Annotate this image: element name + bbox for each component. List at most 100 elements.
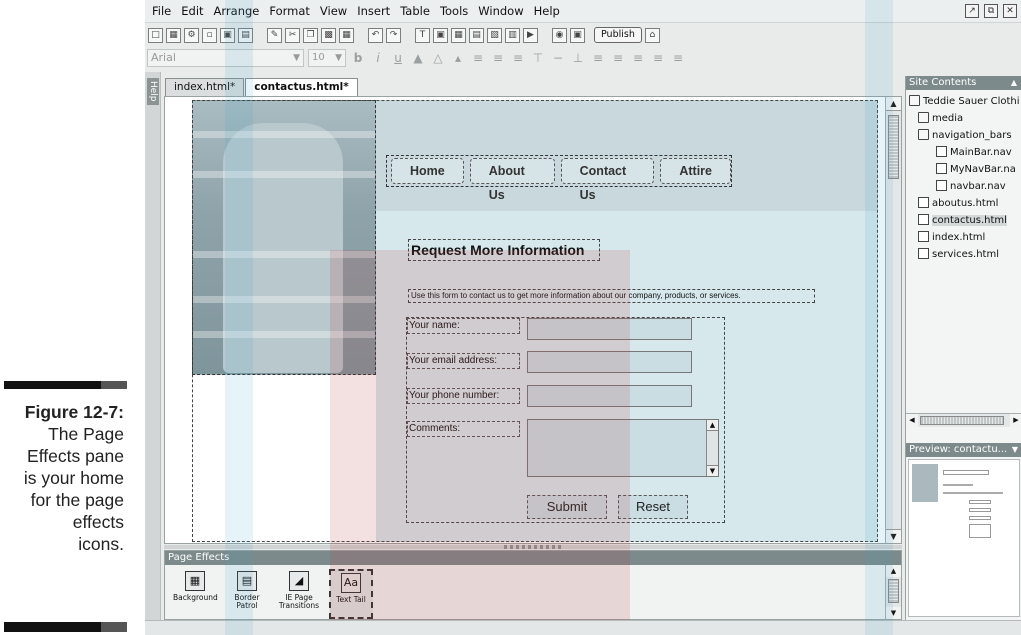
properties-icon[interactable]: ✎: [267, 27, 282, 43]
menu-tools[interactable]: Tools: [435, 4, 473, 18]
undo-icon[interactable]: ↶: [368, 27, 383, 43]
tab-index-html[interactable]: index.html*: [165, 78, 245, 96]
preview-icon[interactable]: ▣: [570, 27, 585, 43]
indent-icon[interactable]: ≡: [650, 51, 666, 65]
preview-heading-line: [943, 484, 973, 486]
tree-item[interactable]: MyNavBar.na: [906, 161, 1021, 178]
tab-contactus-html[interactable]: contactus.html*: [245, 78, 358, 96]
save-icon[interactable]: ▣: [220, 27, 235, 43]
restore-icon[interactable]: ⧉: [984, 4, 998, 18]
tree-item[interactable]: media: [906, 110, 1021, 127]
border-patrol-effect[interactable]: ▤ Border Patrol: [225, 569, 269, 619]
tree-item[interactable]: MainBar.nav: [906, 144, 1021, 161]
tree-item[interactable]: navbar.nav: [906, 178, 1021, 195]
align-center-icon[interactable]: ≡: [490, 51, 506, 65]
layout-icon[interactable]: ▥: [505, 27, 520, 43]
publish-button[interactable]: Publish: [594, 27, 642, 43]
text-color-icon[interactable]: ▲: [410, 51, 426, 65]
page-effects-scrollbar[interactable]: ▲ ▼: [885, 565, 901, 619]
chevron-down-icon: ▼: [293, 53, 300, 63]
font-family-select[interactable]: Arial ▼: [147, 49, 304, 67]
tree-item[interactable]: Teddie Sauer Clothi: [906, 93, 1021, 110]
scroll-thumb[interactable]: [920, 416, 1004, 425]
menu-table[interactable]: Table: [395, 4, 435, 18]
close-icon[interactable]: ✕: [1003, 4, 1017, 18]
list-more-icon[interactable]: ≡: [670, 51, 686, 65]
valign-bottom-icon[interactable]: ⊥: [570, 51, 586, 65]
menu-window[interactable]: Window: [473, 4, 528, 18]
tree-item[interactable]: navigation_bars: [906, 127, 1021, 144]
scroll-up-icon[interactable]: ▲: [886, 565, 901, 577]
new-site-icon[interactable]: ▦: [166, 27, 181, 43]
form-field-icon[interactable]: ▧: [487, 27, 502, 43]
document-editor[interactable]: Home About Us Contact Us Attire Request …: [164, 96, 902, 544]
scroll-down-icon[interactable]: ▼: [886, 529, 901, 543]
table-icon[interactable]: ▦: [451, 27, 466, 43]
page-canvas[interactable]: Home About Us Contact Us Attire Request …: [192, 100, 878, 542]
new-page-icon[interactable]: □: [148, 27, 163, 43]
menu-file[interactable]: File: [147, 4, 176, 18]
redo-icon[interactable]: ↷: [386, 27, 401, 43]
font-size-select[interactable]: 10 ▼: [308, 49, 346, 67]
background-effect[interactable]: ▦ Background: [173, 569, 218, 619]
valign-top-icon[interactable]: ⊤: [530, 51, 546, 65]
open-site-icon[interactable]: ⚙: [184, 27, 199, 43]
menu-edit[interactable]: Edit: [176, 4, 208, 18]
help-strip[interactable]: Help: [145, 72, 161, 620]
align-left-icon[interactable]: ≡: [470, 51, 486, 65]
scroll-up-icon[interactable]: ▲: [886, 97, 901, 111]
menu-bar: File Edit Arrange Format View Insert Tab…: [145, 0, 1021, 23]
paste-icon[interactable]: ▩: [321, 27, 336, 43]
align-right-icon[interactable]: ≡: [510, 51, 526, 65]
highlight-icon[interactable]: △: [430, 51, 446, 65]
menu-insert[interactable]: Insert: [352, 4, 395, 18]
form-icon[interactable]: ▤: [469, 27, 484, 43]
page-file-icon: [918, 197, 929, 208]
home-icon[interactable]: ⌂: [644, 27, 660, 43]
chevron-down-icon[interactable]: ▼: [1012, 443, 1018, 457]
copy-icon[interactable]: ❐: [303, 27, 318, 43]
scroll-down-icon[interactable]: ▼: [886, 607, 901, 619]
caption-text: Figure 12-7: The Page Effects pane is yo…: [0, 401, 124, 555]
minimize-icon[interactable]: ↗: [965, 4, 979, 18]
pane-divider[interactable]: [164, 545, 902, 549]
style-icon[interactable]: ▴: [450, 51, 466, 65]
scroll-right-icon[interactable]: ▶: [1010, 414, 1021, 427]
tree-item[interactable]: aboutus.html: [906, 195, 1021, 212]
menu-view[interactable]: View: [315, 4, 352, 18]
scroll-left-icon[interactable]: ◀: [906, 414, 918, 427]
bold-icon[interactable]: b: [350, 51, 366, 65]
outdent-icon[interactable]: ≡: [630, 51, 646, 65]
image-icon[interactable]: ▣: [433, 27, 448, 43]
tree-item[interactable]: contactus.html: [906, 212, 1021, 229]
tree-horizontal-scrollbar[interactable]: ◀ ▶: [906, 413, 1021, 427]
page-preview-thumbnail[interactable]: [908, 459, 1020, 617]
numbered-list-icon[interactable]: ≡: [610, 51, 626, 65]
text-box-icon[interactable]: T: [415, 27, 430, 43]
bullet-list-icon[interactable]: ≡: [590, 51, 606, 65]
menu-format[interactable]: Format: [264, 4, 315, 18]
open-file-icon[interactable]: ▫: [202, 27, 217, 43]
scroll-thumb[interactable]: [888, 115, 899, 179]
text-tail-effect[interactable]: Aa Text Tail: [329, 569, 373, 619]
tree-item[interactable]: services.html: [906, 246, 1021, 263]
underline-icon[interactable]: u: [390, 51, 406, 65]
tree-item-label: navbar.nav: [950, 181, 1006, 192]
collapse-up-icon[interactable]: ▲: [1011, 76, 1017, 90]
caption-rule-top: [4, 381, 127, 389]
italic-icon[interactable]: i: [370, 51, 386, 65]
menu-arrange[interactable]: Arrange: [209, 4, 265, 18]
browser-preview-icon[interactable]: ◉: [552, 27, 567, 43]
media-icon[interactable]: ▶: [523, 27, 538, 43]
scroll-thumb[interactable]: [888, 579, 899, 603]
delete-icon[interactable]: ▦: [339, 27, 354, 43]
ie-page-transitions-effect[interactable]: ◢ IE Page Transitions: [277, 569, 321, 619]
tree-item[interactable]: index.html: [906, 229, 1021, 246]
valign-middle-icon[interactable]: −: [550, 51, 566, 65]
nav-file-icon: [936, 146, 947, 157]
cut-icon[interactable]: ✂: [285, 27, 300, 43]
save-all-icon[interactable]: ▤: [238, 27, 253, 43]
help-tab[interactable]: Help: [147, 78, 159, 105]
menu-help[interactable]: Help: [529, 4, 565, 18]
editor-scrollbar[interactable]: ▲ ▼: [885, 97, 901, 543]
